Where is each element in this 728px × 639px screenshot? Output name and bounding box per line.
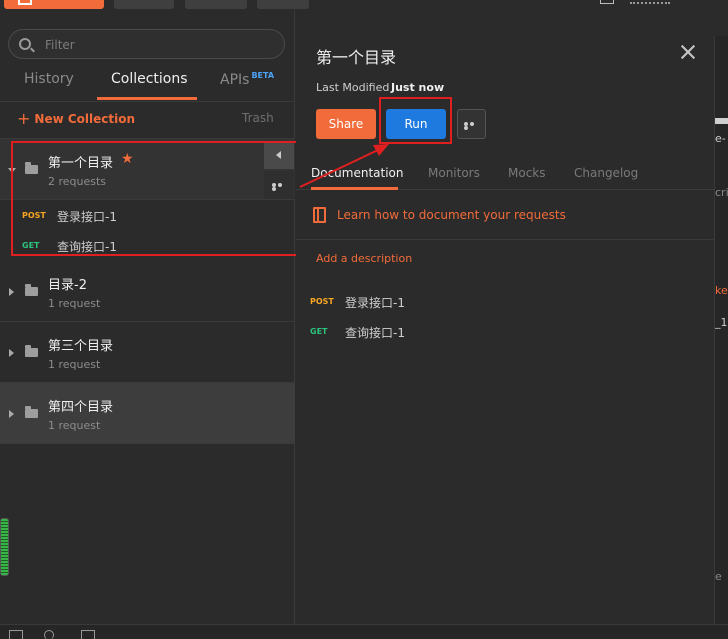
tab-mocks[interactable]: Mocks (508, 166, 546, 180)
sidebar-toggle-icon[interactable] (9, 630, 23, 639)
clipped-text: _1 (715, 316, 728, 329)
clipped-text: e (715, 570, 722, 583)
find-icon[interactable] (44, 630, 54, 639)
add-description-link[interactable]: Add a description (316, 252, 412, 265)
new-icon (18, 0, 32, 5)
collection-item[interactable]: 第四个目录 1 request (0, 383, 295, 444)
active-tab-indicator (97, 97, 197, 100)
sidebar-tabs: History Collections APIs BETA (0, 67, 295, 101)
beta-badge: BETA (251, 71, 275, 80)
divider (0, 101, 295, 102)
trash-link[interactable]: Trash (242, 111, 274, 125)
close-icon[interactable] (680, 44, 696, 60)
request-name: 查询接口-1 (345, 326, 405, 340)
learn-banner: Learn how to document your requests (296, 191, 714, 240)
tab-changelog[interactable]: Changelog (574, 166, 638, 180)
method-badge: POST (310, 297, 334, 306)
collection-item[interactable]: 第三个目录 1 request (0, 322, 295, 383)
resize-handle[interactable] (0, 518, 9, 576)
clipped-text: cri (715, 186, 728, 199)
open-new-button[interactable] (257, 0, 309, 9)
collection-request-count: 1 request (48, 419, 101, 432)
filter-box[interactable] (8, 29, 285, 59)
learn-docs-link[interactable]: Learn how to document your requests (337, 208, 566, 222)
folder-icon (25, 345, 38, 357)
caret-right-icon[interactable] (9, 410, 14, 418)
new-collection-button[interactable]: + New Collection (17, 109, 135, 128)
collection-item[interactable]: 目录-2 1 request (0, 261, 295, 322)
share-button[interactable]: Share (316, 109, 376, 139)
more-button[interactable] (457, 109, 486, 139)
last-modified-label: Last Modified (316, 81, 390, 94)
clipped-text: ke (715, 284, 728, 297)
method-badge: GET (310, 327, 328, 336)
filter-input[interactable] (45, 36, 265, 54)
tab-apis-label: APIs (220, 72, 250, 88)
tab-history[interactable]: History (24, 71, 74, 87)
more-icon (464, 122, 480, 130)
console-icon[interactable] (81, 630, 95, 639)
caret-right-icon[interactable] (9, 288, 14, 296)
collection-request-count: 1 request (48, 358, 101, 371)
status-bar (0, 624, 728, 639)
search-icon (19, 38, 31, 50)
collection-name: 目录-2 (48, 278, 87, 293)
import-button[interactable] (114, 0, 174, 9)
panel-tabs: Documentation Monitors Mocks Changelog (296, 158, 714, 190)
tab-collections[interactable]: Collections (111, 71, 188, 87)
workspace-selector[interactable] (630, 0, 670, 4)
request-item[interactable]: GET 查询接口-1 (296, 316, 714, 346)
request-item[interactable]: POST 登录接口-1 (296, 286, 714, 316)
active-tab-indicator (311, 187, 398, 190)
annotation-box (379, 97, 452, 144)
top-bar (0, 0, 728, 9)
new-collection-label: New Collection (34, 112, 136, 126)
sidebar: History Collections APIsBETA +New Collec… (0, 9, 295, 624)
last-modified-value: Just now (391, 81, 445, 94)
collection-request-count: 1 request (48, 297, 101, 310)
folder-icon (25, 406, 38, 418)
caret-right-icon[interactable] (9, 349, 14, 357)
book-icon (313, 207, 326, 223)
new-button[interactable] (4, 0, 104, 9)
panel-title: 第一个目录 (316, 48, 397, 67)
tab-monitors[interactable]: Monitors (428, 166, 480, 180)
annotation-box (11, 141, 300, 256)
request-name: 登录接口-1 (345, 296, 405, 310)
clipped-text: e- (715, 132, 726, 145)
background-bar (715, 118, 728, 124)
tab-apis[interactable]: APIs BETA (220, 71, 274, 88)
collection-name: 第三个目录 (48, 339, 114, 354)
tab-documentation[interactable]: Documentation (311, 166, 404, 180)
plus-icon: + (17, 109, 31, 128)
collection-details-panel: 第一个目录 Last Modified Just now Share Run D… (296, 18, 714, 624)
runner-button[interactable] (185, 0, 247, 9)
workspace-icon[interactable] (600, 0, 614, 4)
background-editor-edge: e- cri ke _1 e (714, 36, 728, 624)
folder-icon (25, 284, 38, 296)
collection-name: 第四个目录 (48, 400, 114, 415)
